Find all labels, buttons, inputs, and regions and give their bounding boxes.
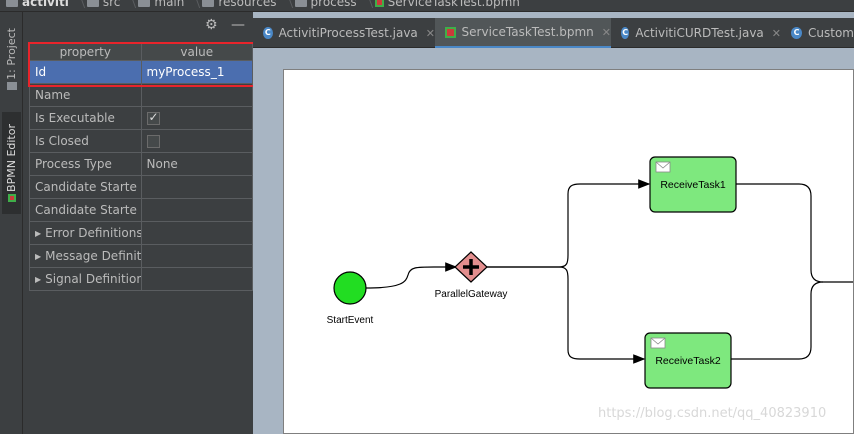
sequence-flow[interactable] xyxy=(487,266,646,364)
java-class-icon: C xyxy=(263,27,273,39)
expand-triangle-icon[interactable]: ▶ xyxy=(35,252,41,261)
candidate-starter-groups-value[interactable] xyxy=(140,198,253,222)
tab-activiti-process-test[interactable]: C ActivitiProcessTest.java ✕ xyxy=(253,18,435,48)
tool-window-strip: 1: Project BPMN Editor xyxy=(0,12,23,434)
java-class-icon: C xyxy=(791,27,803,39)
property-name-cell: ▶ Message Definiti xyxy=(29,244,142,268)
table-row[interactable]: ▶ Message Definiti xyxy=(29,244,253,268)
close-icon[interactable]: ✕ xyxy=(772,27,781,40)
receive-task-2-label: ReceiveTask2 xyxy=(655,355,721,367)
table-row[interactable]: Is Closed xyxy=(29,129,253,153)
bpmn-icon xyxy=(7,194,16,203)
bpmn-tab-label: BPMN Editor xyxy=(5,123,18,192)
annotation-highlight-box xyxy=(28,42,265,87)
start-event[interactable] xyxy=(333,271,367,305)
property-name: Is Closed xyxy=(29,129,142,153)
folder-icon xyxy=(6,82,17,91)
panel-toolbar: ⚙ — xyxy=(24,12,253,40)
tab-activiti-curd-test[interactable]: C ActivitiCURDTest.java ✕ xyxy=(611,18,781,48)
editor-tab-bar: C ActivitiProcessTest.java ✕ ServiceTask… xyxy=(253,18,854,48)
resources-folder-icon xyxy=(202,0,215,7)
breadcrumb-item-file[interactable]: ServiceTaskTest.bpmn xyxy=(388,0,520,9)
breadcrumb-item-main[interactable]: main xyxy=(154,0,184,9)
bpmn-file-icon xyxy=(374,0,384,7)
table-row[interactable]: Candidate Starte xyxy=(29,175,253,199)
sequence-flow[interactable] xyxy=(487,179,651,268)
folder-icon xyxy=(86,0,99,7)
envelope-icon xyxy=(650,337,666,349)
sequence-flow[interactable] xyxy=(365,262,458,289)
tab-label: ActivitiCURDTest.java xyxy=(635,26,764,40)
bpmn-file-icon xyxy=(445,26,456,38)
candidate-starter-users-value[interactable] xyxy=(140,175,253,199)
expand-triangle-icon[interactable]: ▶ xyxy=(35,275,41,284)
breadcrumb-item-process[interactable]: process xyxy=(311,0,357,9)
error-definitions-value xyxy=(140,221,253,245)
table-row[interactable]: Process Type None xyxy=(29,152,253,176)
message-definitions-value xyxy=(140,244,253,268)
property-name: Process Type xyxy=(29,152,142,176)
expand-triangle-icon[interactable]: ▶ xyxy=(35,229,41,238)
java-class-icon: C xyxy=(621,27,630,39)
project-tab-label: 1: Project xyxy=(5,27,18,80)
breadcrumb-item-src[interactable]: src xyxy=(103,0,121,9)
breadcrumb: activiti src main resources process Serv… xyxy=(0,0,854,12)
property-name-cell: ▶ Signal Definitions xyxy=(29,267,142,291)
breadcrumb-item-project[interactable]: activiti xyxy=(22,0,69,9)
process-type-value[interactable]: None xyxy=(140,152,253,176)
tab-service-task-test[interactable]: ServiceTaskTest.bpmn ✕ xyxy=(435,18,611,48)
is-executable-cell xyxy=(140,106,253,130)
envelope-icon xyxy=(655,161,671,173)
property-name: Error Definitions xyxy=(45,226,141,240)
property-name: Message Definiti xyxy=(45,249,141,263)
close-icon[interactable]: ✕ xyxy=(426,27,435,40)
table-row[interactable]: ▶ Error Definitions xyxy=(29,221,253,245)
breadcrumb-item-resources[interactable]: resources xyxy=(218,0,276,9)
close-icon[interactable]: ✕ xyxy=(602,26,611,39)
gear-icon[interactable]: ⚙ xyxy=(205,18,218,32)
start-event-label: StartEvent xyxy=(327,315,374,326)
is-closed-checkbox[interactable] xyxy=(146,135,160,148)
is-executable-checkbox[interactable] xyxy=(146,110,160,125)
bpmn-diagram-canvas[interactable]: StartEvent ParallelGateway ReceiveTask1 … xyxy=(283,69,854,434)
property-name: Signal Definitions xyxy=(45,272,141,286)
table-row[interactable]: Candidate Starte xyxy=(29,198,253,222)
property-name: Is Executable xyxy=(29,106,142,130)
signal-definitions-value xyxy=(140,267,253,291)
module-icon xyxy=(6,0,18,7)
gateway-label: ParallelGateway xyxy=(435,289,508,300)
watermark-text: https://blog.csdn.net/qq_40823910 xyxy=(598,406,827,421)
tab-label: ActivitiProcessTest.java xyxy=(278,26,418,40)
sequence-flow[interactable] xyxy=(736,183,854,283)
property-name: Candidate Starte xyxy=(29,175,142,199)
table-row[interactable]: Is Executable xyxy=(29,106,253,130)
folder-icon xyxy=(294,0,307,7)
property-name-cell: ▶ Error Definitions xyxy=(29,221,142,245)
is-closed-cell xyxy=(140,129,253,153)
property-name: Candidate Starte xyxy=(29,198,142,222)
folder-icon xyxy=(138,0,151,7)
tab-label: ServiceTaskTest.bpmn xyxy=(461,25,594,39)
bpmn-diagram: StartEvent ParallelGateway ReceiveTask1 … xyxy=(327,156,854,389)
tab-label: Custom xyxy=(808,26,854,40)
tab-custom[interactable]: C Custom xyxy=(781,18,854,48)
minimize-icon[interactable]: — xyxy=(231,18,245,32)
editor-area: C ActivitiProcessTest.java ✕ ServiceTask… xyxy=(253,12,854,434)
bpmn-editor-tool-tab[interactable]: BPMN Editor xyxy=(2,112,21,214)
receive-task-1-label: ReceiveTask1 xyxy=(660,179,726,191)
project-tool-tab[interactable]: 1: Project xyxy=(2,24,21,94)
table-row[interactable]: ▶ Signal Definitions xyxy=(29,267,253,291)
sequence-flow[interactable] xyxy=(731,281,824,360)
